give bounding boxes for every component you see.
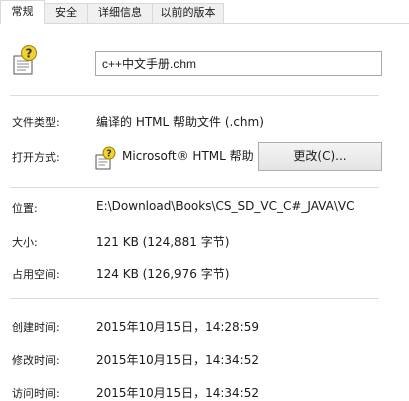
opens-with-app-name: Microsoft® HTML 帮助	[122, 149, 254, 163]
accessed-value: 2015年10月15日，14:34:52	[96, 386, 259, 400]
separator	[10, 187, 379, 188]
tab-general[interactable]: 常规	[0, 0, 45, 24]
size-on-disk-label: 占用空间:	[12, 268, 60, 281]
created-value: 2015年10月15日，14:28:59	[96, 320, 259, 334]
file-type-value: 编译的 HTML 帮助文件 (.chm)	[96, 115, 264, 129]
created-label: 创建时间:	[12, 321, 60, 334]
opens-with-label: 打开方式:	[12, 151, 60, 164]
svg-text:?: ?	[26, 47, 33, 61]
filename-input[interactable]	[95, 51, 382, 76]
location-label: 位置:	[12, 202, 38, 215]
size-on-disk-value: 124 KB (126,976 字节)	[96, 267, 230, 281]
accessed-label: 访问时间:	[12, 387, 60, 400]
separator	[10, 95, 379, 96]
size-value: 121 KB (124,881 字节)	[96, 235, 230, 249]
file-type-label: 文件类型:	[12, 116, 60, 129]
change-button[interactable]: 更改(C)...	[258, 142, 382, 171]
size-label: 大小:	[12, 236, 38, 249]
tab-baseline	[0, 23, 409, 24]
location-value: E:\Download\Books\CS_SD_VC_C#_JAVA\VC	[96, 199, 355, 213]
tab-details[interactable]: 详细信息	[87, 3, 153, 23]
chm-help-file-icon: ?	[13, 45, 37, 75]
modified-label: 修改时间:	[12, 354, 60, 367]
tab-strip: 常规 安全 详细信息 以前的版本	[0, 0, 409, 24]
tab-previous-versions[interactable]: 以前的版本	[152, 3, 224, 23]
svg-text:?: ?	[106, 149, 112, 160]
modified-value: 2015年10月15日，14:34:52	[96, 353, 259, 367]
tab-security[interactable]: 安全	[44, 3, 88, 23]
separator	[10, 298, 379, 299]
chm-app-icon: ?	[95, 146, 116, 170]
